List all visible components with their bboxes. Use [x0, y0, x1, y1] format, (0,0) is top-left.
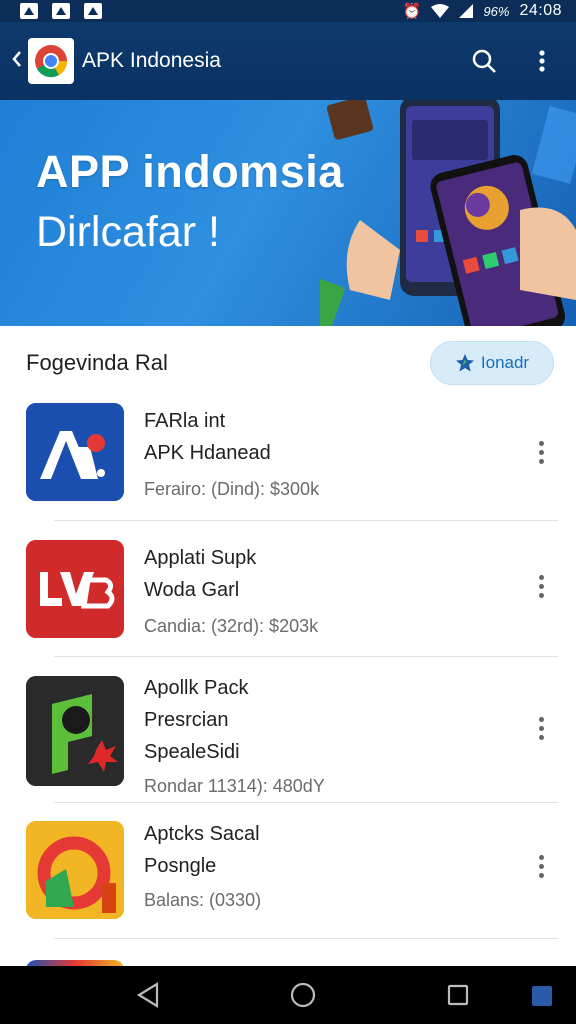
p-logo-icon — [26, 676, 124, 786]
status-indicators: ⏰ 96% 24:08 — [403, 2, 562, 20]
item-more-button[interactable] — [526, 844, 556, 888]
app-icon — [26, 821, 124, 919]
clock: 24:08 — [519, 2, 562, 19]
triangle-back-icon — [136, 982, 158, 1008]
nav-home-button[interactable] — [283, 975, 323, 1015]
divider — [54, 938, 558, 939]
app-info: FARla int APK Hdanead Ferairo: (Dind): $… — [144, 405, 319, 505]
status-bar: ⏰ 96% 24:08 — [0, 0, 576, 22]
item-more-button[interactable] — [526, 564, 556, 608]
star-icon — [455, 354, 474, 372]
lvb-logo-icon — [26, 540, 124, 638]
app-name: Applati Supk — [144, 547, 257, 569]
app-meta: Rondar 11314): 480dY — [144, 776, 325, 796]
app-icon — [26, 676, 124, 786]
list-item[interactable]: Applati Supk Woda Garl Candia: (32rd): $… — [0, 536, 576, 656]
app-publisher: APK Hdanead — [144, 442, 271, 464]
battery-percentage: 96% — [483, 3, 510, 19]
app-publisher: Woda Garl — [144, 579, 240, 601]
section-title: Fogevinda Ral — [26, 350, 168, 375]
mail-icon — [52, 3, 70, 19]
circle-home-icon — [290, 982, 316, 1008]
promo-banner[interactable]: APP indomsia Dirlcafar ! — [0, 100, 576, 326]
divider — [54, 802, 558, 803]
item-more-button[interactable] — [526, 430, 556, 474]
letter-a-logo-icon — [26, 403, 124, 501]
app-publisher: Presrcian — [144, 709, 229, 731]
wifi-icon — [431, 4, 450, 18]
notification-icons — [20, 3, 102, 19]
app-name: Apollk Pack — [144, 677, 249, 699]
app-meta: Candia: (32rd): $203k — [144, 616, 319, 636]
square-recents-icon — [448, 984, 469, 1006]
app-name: Aptcks Sacal — [144, 823, 260, 845]
alarm-icon: ⏰ — [402, 2, 422, 20]
banner-subtitle: Dirlcafar ! — [36, 208, 220, 256]
more-vertical-icon — [539, 50, 545, 72]
app-meta: Balans: (0330) — [144, 890, 262, 910]
app-bar: APK Indonesia — [0, 22, 576, 100]
chevron-left-icon — [12, 51, 21, 67]
nav-recents-button[interactable] — [438, 975, 478, 1015]
notification-icon — [20, 3, 38, 19]
back-button[interactable] — [12, 48, 28, 74]
item-more-button[interactable] — [526, 706, 556, 750]
section-header: Fogevinda Ral Ionadr — [0, 326, 576, 400]
page-title: APK Indonesia — [82, 49, 221, 72]
list-item[interactable]: Aptcks Sacal Posngle Balans: (0330) — [0, 818, 576, 938]
app-subtitle: SpealeSidi — [144, 741, 240, 763]
circle-logo-icon — [26, 821, 124, 919]
image-icon — [84, 3, 102, 19]
search-button[interactable] — [462, 39, 506, 83]
app-name: FARla int — [144, 410, 226, 432]
overflow-menu-button[interactable] — [520, 39, 564, 83]
app-info: Applati Supk Woda Garl Candia: (32rd): $… — [144, 542, 318, 642]
list-item-partial[interactable] — [0, 954, 576, 966]
section-action-label: Ionadr — [480, 353, 530, 372]
app-logo — [28, 38, 74, 84]
divider — [54, 520, 558, 521]
app-info: Apollk Pack Presrcian SpealeSidi Rondar … — [144, 672, 325, 802]
signal-icon — [459, 4, 474, 18]
app-publisher: Posngle — [144, 855, 217, 877]
list-item[interactable]: Apollk Pack Presrcian SpealeSidi Rondar … — [0, 672, 576, 800]
nav-back-button[interactable] — [128, 975, 168, 1015]
app-icon — [26, 403, 124, 501]
phones-illustration — [320, 100, 576, 326]
section-action-button[interactable]: Ionadr — [430, 341, 554, 385]
search-icon — [472, 49, 496, 73]
chrome-logo-icon — [35, 45, 68, 78]
app-meta: Ferairo: (Dind): $300k — [144, 479, 320, 499]
system-nav-bar — [0, 966, 576, 1024]
list-item[interactable]: FARla int APK Hdanead Ferairo: (Dind): $… — [0, 400, 576, 520]
banner-title: APP indomsia — [36, 146, 344, 197]
app-icon — [26, 540, 124, 638]
app-info: Aptcks Sacal Posngle Balans: (0330) — [144, 818, 261, 916]
keyboard-switch-icon[interactable] — [532, 986, 552, 1006]
divider — [54, 656, 558, 657]
